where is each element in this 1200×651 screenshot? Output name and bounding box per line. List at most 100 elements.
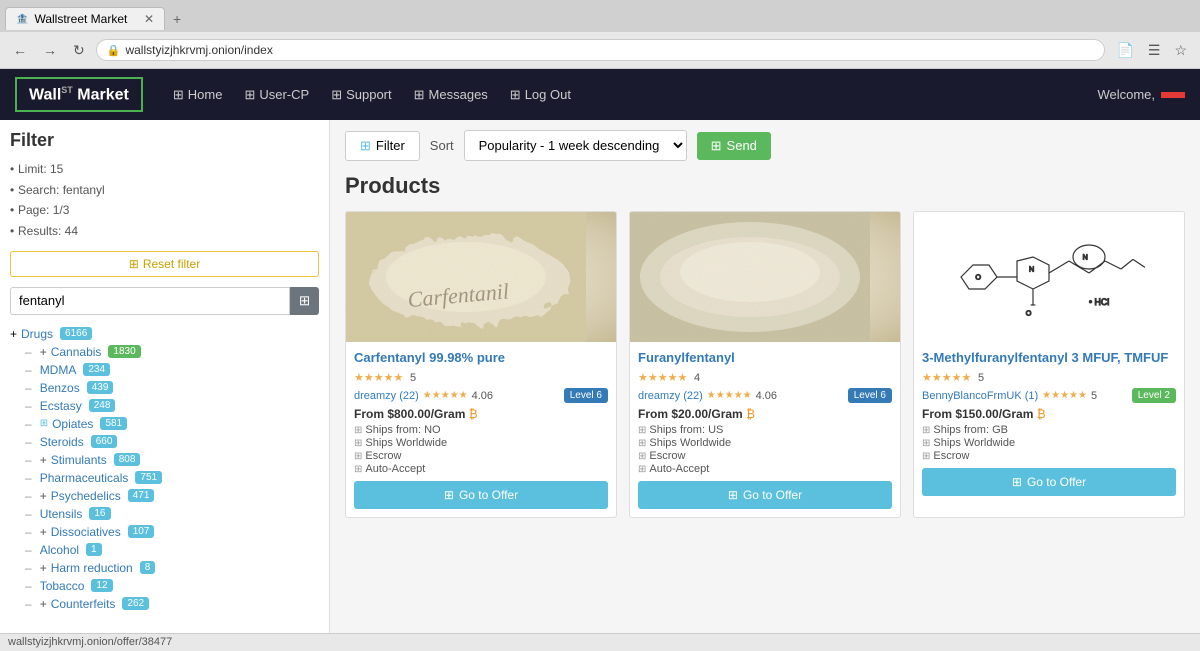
- category-item-benzos[interactable]: – Benzos 439: [25, 379, 319, 397]
- category-item-stimulants[interactable]: – + Stimulants 808: [25, 451, 319, 469]
- category-badge-pharmaceuticals: 751: [135, 471, 162, 484]
- category-link-alcohol[interactable]: Alcohol: [40, 543, 79, 557]
- nav-user-cp[interactable]: ⊞ User-CP: [234, 83, 319, 107]
- category-item-steroids[interactable]: – Steroids 660: [25, 433, 319, 451]
- site-logo[interactable]: WallST Market: [15, 77, 143, 112]
- seller-score-3: 5: [1091, 390, 1097, 402]
- seller-name-2[interactable]: dreamzy (22): [638, 390, 703, 402]
- category-item-alcohol[interactable]: – Alcohol 1: [25, 541, 319, 559]
- ships-from-icon-3: ⊞: [922, 425, 930, 436]
- category-item-harm-reduction[interactable]: – + Harm reduction 8: [25, 559, 319, 577]
- category-link-psychedelics[interactable]: Psychedelics: [51, 489, 121, 503]
- seller-name-1[interactable]: dreamzy (22): [354, 390, 419, 402]
- filter-button[interactable]: ⊞ Filter: [345, 131, 420, 161]
- reset-filter-button[interactable]: ⊞ Reset filter: [10, 251, 319, 277]
- category-item-counterfeits[interactable]: – + Counterfeits 262: [25, 595, 319, 613]
- product-title-1[interactable]: Carfentanyl 99.98% pure: [354, 350, 608, 365]
- escrow-3: ⊞ Escrow: [922, 450, 1176, 462]
- category-badge-tobacco: 12: [91, 579, 112, 592]
- filter-info: Limit: 15 Search: fentanyl Page: 1/3 Res…: [10, 159, 319, 241]
- category-link-ecstasy[interactable]: Ecstasy: [40, 399, 82, 413]
- category-item-cannabis[interactable]: – + Cannabis 1830: [25, 343, 319, 361]
- escrow-1: ⊞ Escrow: [354, 450, 608, 462]
- category-item-ecstasy[interactable]: – Ecstasy 248: [25, 397, 319, 415]
- go-offer-icon-3: ⊞: [1012, 475, 1022, 489]
- category-link-pharmaceuticals[interactable]: Pharmaceuticals: [40, 471, 129, 485]
- category-item-psychedelics[interactable]: – + Psychedelics 471: [25, 487, 319, 505]
- go-to-offer-button-3[interactable]: ⊞ Go to Offer: [922, 468, 1176, 496]
- star-button[interactable]: ☆: [1169, 40, 1192, 61]
- go-to-offer-button-2[interactable]: ⊞ Go to Offer: [638, 481, 892, 509]
- category-item-utensils[interactable]: – Utensils 16: [25, 505, 319, 523]
- home-icon: ⊞: [173, 87, 184, 103]
- tab-bar: 🏦 Wallstreet Market ✕ +: [0, 0, 1200, 32]
- product-title-2[interactable]: Furanylfentanyl: [638, 350, 892, 365]
- category-link-benzos[interactable]: Benzos: [40, 381, 80, 395]
- svg-text:• HCl: • HCl: [1089, 297, 1109, 307]
- category-item-dissociatives[interactable]: – + Dissociatives 107: [25, 523, 319, 541]
- sort-select[interactable]: Popularity - 1 week descending Price asc…: [464, 130, 687, 161]
- escrow-2: ⊞ Escrow: [638, 450, 892, 462]
- category-item-pharmaceuticals[interactable]: – Pharmaceuticals 751: [25, 469, 319, 487]
- category-link-steroids[interactable]: Steroids: [40, 435, 84, 449]
- ships-worldwide-1: ⊞ Ships Worldwide: [354, 437, 608, 449]
- seller-stars-1: ★★★★★: [423, 390, 468, 401]
- category-link-cannabis[interactable]: Cannabis: [51, 345, 102, 359]
- plus-icon-cannabis: +: [40, 345, 47, 359]
- category-item-mdma[interactable]: – MDMA 234: [25, 361, 319, 379]
- auto-accept-2: ⊞ Auto-Accept: [638, 463, 892, 475]
- go-to-offer-button-1[interactable]: ⊞ Go to Offer: [354, 481, 608, 509]
- new-tab-button[interactable]: +: [165, 7, 189, 31]
- nav-extra-buttons: 📄 ☰ ☆: [1111, 40, 1192, 61]
- escrow-icon-2: ⊞: [638, 451, 646, 462]
- back-button[interactable]: ←: [8, 40, 32, 60]
- nav-home[interactable]: ⊞ Home: [163, 83, 233, 107]
- category-link-mdma[interactable]: MDMA: [40, 363, 77, 377]
- user-cp-icon: ⊞: [244, 87, 255, 103]
- category-link-tobacco[interactable]: Tobacco: [40, 579, 85, 593]
- tab-title: Wallstreet Market: [34, 12, 127, 26]
- url-bar[interactable]: 🔒 wallstyizjhkrvmj.onion/index: [96, 39, 1106, 61]
- svg-text:N: N: [1083, 253, 1088, 262]
- category-link-counterfeits[interactable]: Counterfeits: [51, 597, 116, 611]
- active-tab[interactable]: 🏦 Wallstreet Market ✕: [5, 7, 165, 30]
- ships-worldwide-icon-1: ⊞: [354, 438, 362, 449]
- seller-name-3[interactable]: BennyBlancoFrmUK (1): [922, 390, 1038, 402]
- ships-from-3: ⊞ Ships from: GB: [922, 424, 1176, 436]
- seller-rating-1: dreamzy (22) ★★★★★ 4.06: [354, 390, 493, 402]
- nav-logout[interactable]: ⊞ Log Out: [500, 83, 581, 107]
- category-link-stimulants[interactable]: Stimulants: [51, 453, 107, 467]
- main-layout: Filter Limit: 15 Search: fentanyl Page: …: [0, 120, 1200, 633]
- nav-support[interactable]: ⊞ Support: [321, 83, 401, 107]
- search-input[interactable]: [10, 287, 290, 315]
- search-button[interactable]: ⊞: [290, 287, 319, 315]
- tab-close-button[interactable]: ✕: [144, 12, 154, 26]
- category-badge-psychedelics: 471: [128, 489, 155, 502]
- category-badge-stimulants: 808: [114, 453, 141, 466]
- sort-label: Sort: [430, 138, 454, 153]
- svg-text:O: O: [1026, 309, 1032, 318]
- category-link-harm-reduction[interactable]: Harm reduction: [51, 561, 133, 575]
- bookmark-button[interactable]: 📄: [1111, 40, 1138, 61]
- category-item-opiates[interactable]: – ⊞ Opiates 581: [25, 415, 319, 433]
- filter-title: Filter: [10, 130, 319, 151]
- product-title-3[interactable]: 3-Methylfuranylfentanyl 3 MFUF, TMFUF: [922, 350, 1176, 365]
- category-link-dissociatives[interactable]: Dissociatives: [51, 525, 121, 539]
- category-link-utensils[interactable]: Utensils: [40, 507, 83, 521]
- category-item-tobacco[interactable]: – Tobacco 12: [25, 577, 319, 595]
- category-link-opiates[interactable]: Opiates: [52, 417, 93, 431]
- seller-score-2: 4.06: [756, 390, 777, 402]
- ships-worldwide-3: ⊞ Ships Worldwide: [922, 437, 1176, 449]
- forward-button[interactable]: →: [38, 40, 62, 60]
- product-body-1: Carfentanyl 99.98% pure ★★★★★ 5 dreamzy …: [346, 342, 616, 517]
- dash-icon: –: [25, 345, 32, 359]
- seller-stars-3: ★★★★★: [1042, 390, 1087, 401]
- menu-button[interactable]: ☰: [1143, 40, 1166, 61]
- grid-icon-opiates: ⊞: [40, 418, 48, 429]
- seller-score-1: 4.06: [472, 390, 493, 402]
- refresh-button[interactable]: ↻: [68, 40, 90, 61]
- category-item-drugs[interactable]: + Drugs 6166: [10, 325, 319, 343]
- send-button[interactable]: ⊞ Send: [697, 132, 771, 160]
- category-link-drugs[interactable]: Drugs: [21, 327, 53, 341]
- nav-messages[interactable]: ⊞ Messages: [404, 83, 498, 107]
